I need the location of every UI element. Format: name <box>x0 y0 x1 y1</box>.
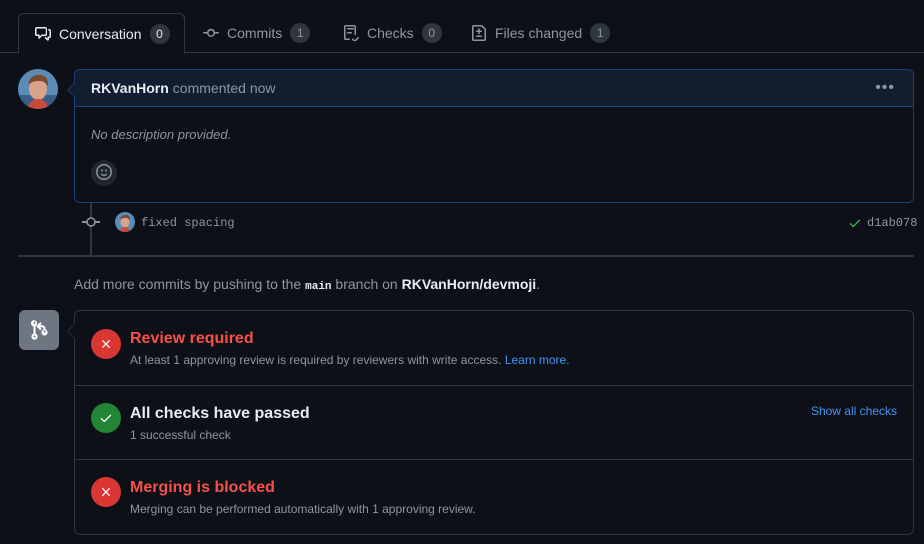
tab-counter: 1 <box>590 23 611 43</box>
repo-name: RKVanHorn/devmoji <box>401 276 537 292</box>
smiley-icon <box>96 163 112 183</box>
learn-more-link[interactable]: Learn more. <box>505 353 570 367</box>
merge-blocked-title: Merging is blocked <box>130 479 275 496</box>
comment-author[interactable]: RKVanHorn <box>91 80 169 96</box>
review-required-text: At least 1 approving review is required … <box>130 353 502 367</box>
checklist-icon <box>343 25 359 41</box>
tab-label: Checks <box>367 25 414 41</box>
avatar[interactable] <box>18 69 58 109</box>
tab-label: Conversation <box>59 25 142 42</box>
show-all-checks-link[interactable]: Show all checks <box>811 404 897 418</box>
comment-body: No description provided. <box>91 127 232 142</box>
tab-label: Files changed <box>495 25 583 41</box>
merge-blocked-subtitle: Merging can be performed automatically w… <box>130 502 476 516</box>
merge-blocked-section: Merging is blocked Merging can be perfor… <box>75 460 913 534</box>
add-reaction-button[interactable] <box>91 160 117 186</box>
checks-title: All checks have passed <box>130 405 310 422</box>
tab-conversation[interactable]: Conversation 0 <box>18 13 185 54</box>
push-note-suffix: . <box>536 276 541 292</box>
commit-author-avatar[interactable] <box>115 212 135 232</box>
tab-counter: 0 <box>421 23 442 43</box>
tab-checks[interactable]: Checks 0 <box>327 13 458 53</box>
tab-commits[interactable]: Commits 1 <box>187 13 326 53</box>
branch-name: main <box>305 281 332 293</box>
git-commit-icon <box>82 214 100 230</box>
x-circle-icon <box>91 477 121 507</box>
kebab-horizontal-icon[interactable]: ••• <box>875 79 895 97</box>
push-note: Add more commits by pushing to the main … <box>74 276 540 293</box>
check-icon[interactable] <box>848 216 862 230</box>
checks-subtitle: 1 successful check <box>130 428 231 442</box>
file-diff-icon <box>471 25 487 41</box>
comment-header: RKVanHorn commented now ••• <box>75 70 913 107</box>
push-note-prefix: Add more commits by pushing to the <box>74 276 302 292</box>
commit-sha-link[interactable]: d1ab078 <box>867 216 917 230</box>
push-note-middle: branch on <box>335 276 398 292</box>
timeline-divider <box>18 255 914 257</box>
review-required-title: Review required <box>130 330 254 347</box>
comment-timestamp: commented now <box>172 80 276 96</box>
review-required-section: Review required At least 1 approving rev… <box>75 311 913 386</box>
checks-section: All checks have passed 1 successful chec… <box>75 386 913 460</box>
git-commit-icon <box>203 25 219 41</box>
tab-counter: 1 <box>290 23 311 43</box>
review-required-subtitle: At least 1 approving review is required … <box>130 353 570 367</box>
git-merge-icon <box>19 310 59 350</box>
merge-box: Review required At least 1 approving rev… <box>67 310 914 535</box>
tab-counter: 0 <box>149 23 170 44</box>
comment-discussion-icon <box>35 26 51 42</box>
tab-label: Commits <box>227 25 283 41</box>
check-circle-icon <box>91 403 121 433</box>
pr-tabs: Conversation 0 Commits 1 Checks 0 Files … <box>0 0 924 54</box>
commit-message-link[interactable]: fixed spacing <box>141 216 235 230</box>
tab-files-changed[interactable]: Files changed 1 <box>455 13 626 53</box>
comment-box: RKVanHorn commented now ••• No descripti… <box>67 69 914 203</box>
x-circle-icon <box>91 329 121 359</box>
